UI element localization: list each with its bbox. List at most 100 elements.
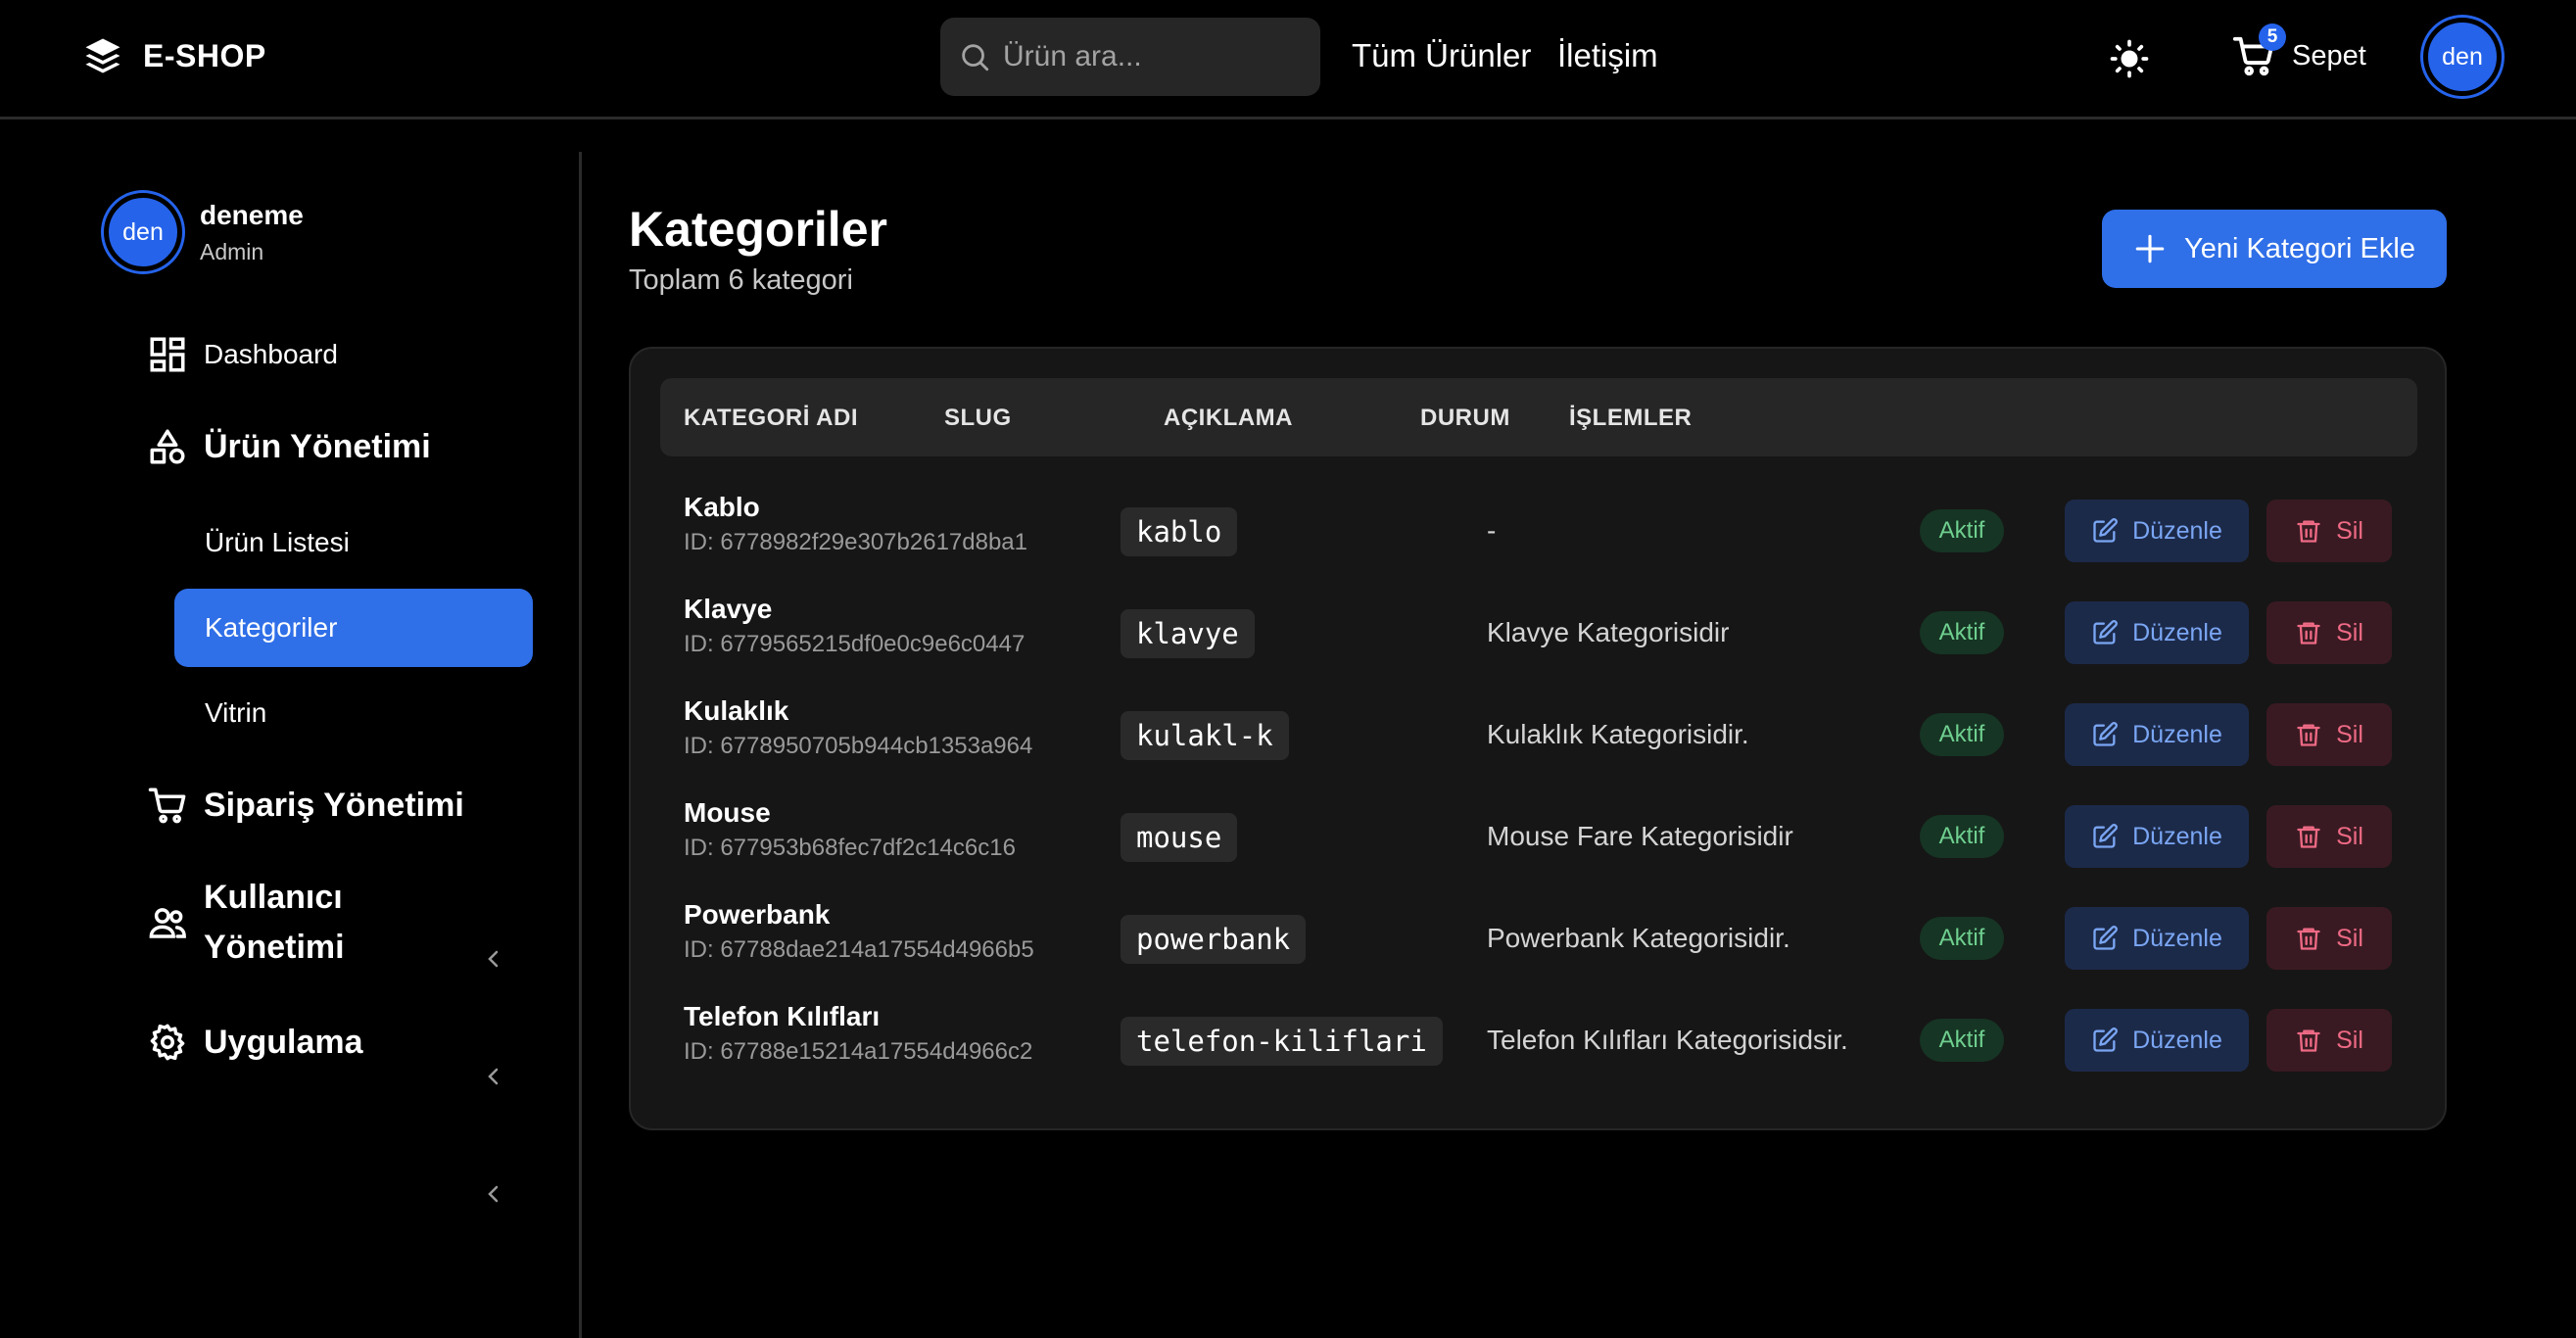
edit-button[interactable]: Düzenle [2065, 703, 2249, 766]
status-badge: Aktif [1920, 1019, 2004, 1062]
trash-icon [2297, 724, 2320, 746]
category-id: ID: 67788dae214a17554d4966b5 [684, 936, 1034, 963]
category-slug: klavye [1121, 609, 1255, 658]
delete-label: Sil [2336, 822, 2363, 850]
edit-icon [2093, 1027, 2119, 1052]
delete-button[interactable]: Sil [2266, 907, 2392, 970]
category-name: Powerbank [684, 899, 831, 930]
profile-role: Admin [200, 238, 264, 264]
add-category-button[interactable]: Yeni Kategori Ekle [2102, 210, 2447, 288]
nav-link-all-products[interactable]: Tüm Ürünler [1352, 37, 1531, 74]
sidebar-item-product-management[interactable]: Ürün Yönetimi [147, 426, 431, 467]
table-row: Mouse ID: 677953b68fec7df2c14c6c16 mouse… [660, 784, 2417, 885]
category-id: ID: 6778982f29e307b2617d8ba1 [684, 529, 1027, 555]
category-slug: mouse [1121, 813, 1238, 862]
status-badge: Aktif [1920, 917, 2004, 960]
column-header-slug[interactable]: SLUG [944, 405, 1012, 432]
edit-button[interactable]: Düzenle [2065, 1009, 2249, 1072]
category-name: Kablo [684, 492, 760, 522]
user-profile: den deneme Admin [104, 193, 304, 271]
sidebar-item-application[interactable]: Uygulama [147, 1022, 363, 1063]
delete-button[interactable]: Sil [2266, 805, 2392, 868]
status-badge: Aktif [1920, 509, 2004, 552]
trash-icon [2297, 622, 2320, 645]
trash-icon [2297, 1029, 2320, 1052]
cart-button[interactable]: 5 Sepet [2231, 24, 2366, 78]
chevron-left-icon[interactable] [482, 1182, 505, 1206]
delete-button[interactable]: Sil [2266, 601, 2392, 664]
nav-link-contact[interactable]: İletişim [1557, 37, 1658, 74]
table-row: Powerbank ID: 67788dae214a17554d4966b5 p… [660, 885, 2417, 987]
trash-icon [2297, 520, 2320, 543]
edit-button[interactable]: Düzenle [2065, 601, 2249, 664]
trash-icon [2297, 928, 2320, 950]
category-slug: kulakl-k [1121, 711, 1289, 760]
edit-label: Düzenle [2132, 822, 2222, 850]
status-badge: Aktif [1920, 713, 2004, 756]
edit-button[interactable]: Düzenle [2065, 907, 2249, 970]
category-description: Klavye Kategorisidir [1487, 617, 1730, 647]
sidebar-item-label: Dashboard [204, 339, 338, 369]
sidebar-item-categories[interactable]: Kategoriler [174, 589, 533, 667]
category-name: Mouse [684, 797, 771, 828]
edit-icon [2093, 722, 2119, 746]
categories-table: KATEGORİ ADI SLUG AÇIKLAMA DURUM İŞLEMLE… [629, 347, 2447, 1130]
sidebar-item-product-list[interactable]: Ürün Listesi [174, 503, 533, 582]
edit-icon [2093, 926, 2119, 950]
category-id: ID: 6778950705b944cb1353a964 [684, 733, 1033, 759]
page-title: Kategoriler [629, 202, 887, 257]
edit-label: Düzenle [2132, 924, 2222, 952]
dashboard-icon [150, 337, 185, 372]
category-description: Mouse Fare Kategorisidir [1487, 821, 1793, 851]
edit-label: Düzenle [2132, 516, 2222, 545]
column-header-description[interactable]: AÇIKLAMA [1164, 405, 1293, 432]
search-box[interactable] [940, 18, 1320, 96]
cart-icon [148, 788, 186, 824]
edit-button[interactable]: Düzenle [2065, 500, 2249, 562]
category-description: - [1487, 515, 1497, 546]
edit-label: Düzenle [2132, 1026, 2222, 1054]
delete-button[interactable]: Sil [2266, 500, 2392, 562]
cart-label: Sepet [2292, 39, 2366, 72]
users-icon [149, 908, 186, 938]
delete-button[interactable]: Sil [2266, 1009, 2392, 1072]
sun-icon[interactable] [2110, 39, 2149, 78]
category-description: Powerbank Kategorisidir. [1487, 923, 1790, 953]
edit-button[interactable]: Düzenle [2065, 805, 2249, 868]
delete-label: Sil [2336, 516, 2363, 545]
brand-logo[interactable]: E-SHOP [82, 35, 266, 76]
column-header-status[interactable]: DURUM [1420, 405, 1510, 432]
brand-name: E-SHOP [143, 37, 266, 73]
shapes-icon [150, 429, 185, 464]
avatar: den [104, 193, 182, 271]
sidebar: den deneme Admin Dashboard Ürün Yönetimi… [0, 152, 582, 1338]
edit-icon [2093, 824, 2119, 848]
table-row: Telefon Kılıfları ID: 67788e15214a17554d… [660, 987, 2417, 1089]
delete-button[interactable]: Sil [2266, 703, 2392, 766]
delete-label: Sil [2336, 924, 2363, 952]
table-header: KATEGORİ ADI SLUG AÇIKLAMA DURUM İŞLEMLE… [660, 378, 2417, 456]
sidebar-item-order-management[interactable]: Sipariş Yönetimi [147, 785, 464, 826]
category-slug: kablo [1121, 507, 1238, 556]
delete-label: Sil [2336, 618, 2363, 646]
sidebar-item-label: Ürün Yönetimi [204, 427, 431, 465]
search-input[interactable] [1003, 40, 1297, 73]
chevron-left-icon[interactable] [482, 1065, 505, 1088]
category-name: Klavye [684, 594, 773, 624]
sidebar-item-label: Kullanıcı [204, 879, 343, 916]
sidebar-item-showcase[interactable]: Vitrin [174, 674, 533, 752]
sidebar-item-dashboard[interactable]: Dashboard [147, 334, 338, 375]
category-description: Kulaklık Kategorisidir. [1487, 719, 1749, 749]
layers-icon [85, 38, 120, 73]
user-avatar[interactable]: den [2423, 18, 2502, 96]
trash-icon [2297, 826, 2320, 848]
category-id: ID: 677953b68fec7df2c14c6c16 [684, 835, 1016, 861]
column-header-name[interactable]: KATEGORİ ADI [684, 405, 858, 432]
category-description: Telefon Kılıfları Kategorisidsir. [1487, 1025, 1848, 1055]
edit-label: Düzenle [2132, 618, 2222, 646]
sidebar-item-user-management[interactable]: Kullanıcı Yönetimi [147, 879, 345, 967]
top-navbar: E-SHOP Tüm Ürünler İletişim 5 Sepet den [0, 0, 2576, 119]
search-icon [962, 44, 989, 72]
chevron-left-icon[interactable] [482, 947, 505, 971]
status-badge: Aktif [1920, 611, 2004, 654]
